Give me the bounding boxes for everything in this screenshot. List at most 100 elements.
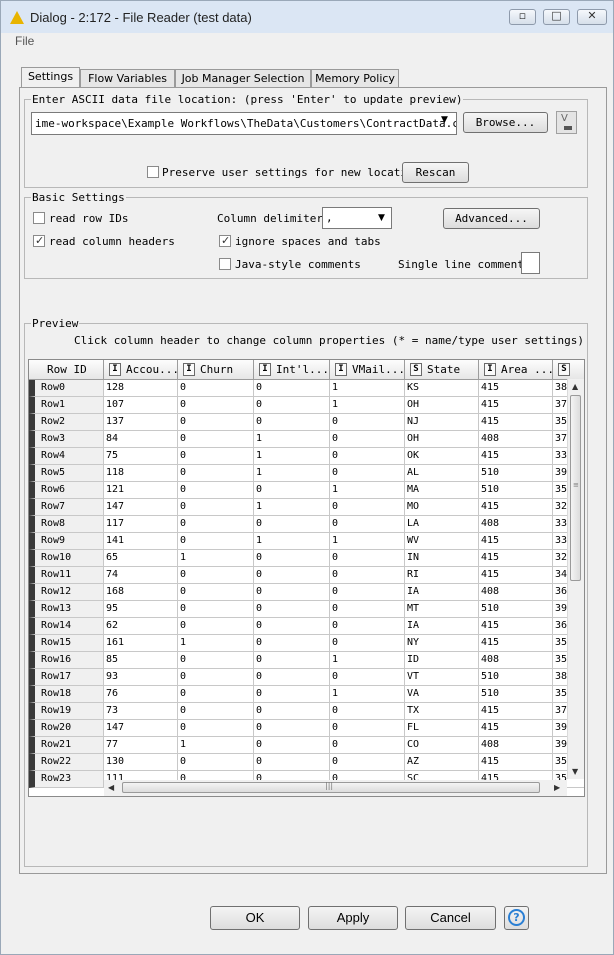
table-row[interactable]: Row8 117 0 0 0 LA 408 33 — [29, 516, 584, 533]
table-cell: 415 — [479, 618, 553, 635]
apply-button[interactable]: Apply — [308, 906, 398, 930]
flow-variable-button[interactable]: V — [556, 111, 577, 134]
table-row[interactable]: Row1 107 0 0 1 OH 415 37 — [29, 397, 584, 414]
preserve-settings-checkbox[interactable] — [147, 166, 159, 178]
scroll-right-icon[interactable]: ▶ — [554, 783, 560, 792]
column-header[interactable]: I Churn — [178, 360, 254, 380]
table-cell: IN — [405, 550, 479, 567]
horizontal-scrollbar[interactable]: ◀ ||| ▶ — [104, 780, 567, 796]
vertical-scroll-thumb[interactable]: ≡ — [570, 395, 581, 581]
table-cell: 0 — [178, 482, 254, 499]
column-header[interactable]: S — [553, 360, 584, 380]
table-cell: 0 — [330, 720, 405, 737]
table-cell: VA — [405, 686, 479, 703]
table-cell: 1 — [178, 737, 254, 754]
table-row[interactable]: Row18 76 0 0 1 VA 510 35 — [29, 686, 584, 703]
table-row[interactable]: Row12 168 0 0 0 IA 408 36 — [29, 584, 584, 601]
cancel-button[interactable]: Cancel — [405, 906, 496, 930]
table-cell: 1 — [254, 533, 330, 550]
horizontal-scroll-thumb[interactable]: ||| — [122, 781, 540, 793]
tab-memory-policy[interactable]: Memory Policy — [311, 69, 399, 87]
table-row[interactable]: Row21 77 1 0 0 CO 408 39 — [29, 737, 584, 754]
close-icon: ✕ — [587, 9, 597, 22]
table-row[interactable]: Row6 121 0 0 1 MA 510 35 — [29, 482, 584, 499]
table-cell: 0 — [178, 703, 254, 720]
column-header[interactable]: Row ID — [29, 360, 104, 380]
ignore-spaces-checkbox[interactable]: ✓ — [219, 234, 231, 247]
table-row[interactable]: Row13 95 0 0 0 MT 510 39 — [29, 601, 584, 618]
table-row[interactable]: Row11 74 0 0 0 RI 415 34 — [29, 567, 584, 584]
ok-button[interactable]: OK — [210, 906, 300, 930]
table-row[interactable]: Row0 128 0 0 1 KS 415 38 — [29, 380, 584, 397]
table-cell: 0 — [254, 754, 330, 771]
table-cell: 415 — [479, 754, 553, 771]
column-header[interactable]: I Area ... — [479, 360, 553, 380]
menu-bar: File — [1, 33, 613, 50]
table-cell: 0 — [330, 601, 405, 618]
table-cell: 0 — [178, 686, 254, 703]
table-cell: 0 — [330, 431, 405, 448]
file-path-combobox[interactable]: ime-workspace\Example Workflows\TheData\… — [31, 112, 457, 135]
table-cell: 0 — [178, 380, 254, 397]
tab-job-manager-selection[interactable]: Job Manager Selection — [175, 69, 311, 87]
row-id-cell: Row6 — [29, 482, 104, 499]
table-cell: OH — [405, 397, 479, 414]
flow-variable-icon: V — [561, 113, 568, 124]
table-row[interactable]: Row19 73 0 0 0 TX 415 37 — [29, 703, 584, 720]
table-cell: 62 — [104, 618, 178, 635]
column-header[interactable]: I Int'l... — [254, 360, 330, 380]
table-row[interactable]: Row14 62 0 0 0 IA 415 36 — [29, 618, 584, 635]
table-cell: 415 — [479, 380, 553, 397]
title-bar[interactable]: Dialog - 2:172 - File Reader (test data)… — [1, 1, 613, 33]
vertical-scrollbar[interactable]: ▲ ≡ ▼ — [567, 379, 584, 779]
table-cell: KS — [405, 380, 479, 397]
advanced-button[interactable]: Advanced... — [443, 208, 540, 229]
tab-settings[interactable]: Settings — [21, 67, 80, 88]
table-cell: 0 — [254, 397, 330, 414]
read-column-headers-checkbox[interactable]: ✓ — [33, 234, 45, 247]
table-cell: 0 — [178, 465, 254, 482]
single-line-comment-input[interactable] — [521, 252, 540, 274]
table-row[interactable]: Row7 147 0 1 0 MO 415 32 — [29, 499, 584, 516]
table-row[interactable]: Row22 130 0 0 0 AZ 415 35 — [29, 754, 584, 771]
table-row[interactable]: Row20 147 0 0 0 FL 415 39 — [29, 720, 584, 737]
minimize-button[interactable]: ▫ — [509, 9, 536, 25]
read-row-ids-checkbox[interactable] — [33, 212, 45, 224]
scroll-up-icon[interactable]: ▲ — [572, 382, 578, 391]
tab-flow-variables[interactable]: Flow Variables — [80, 69, 175, 87]
table-row[interactable]: Row15 161 1 0 0 NY 415 35 — [29, 635, 584, 652]
browse-button[interactable]: Browse... — [463, 112, 548, 133]
table-cell: 510 — [479, 669, 553, 686]
close-button[interactable]: ✕ — [577, 9, 607, 25]
table-cell: 0 — [178, 720, 254, 737]
column-header[interactable]: S State — [405, 360, 479, 380]
table-cell: 0 — [254, 720, 330, 737]
table-row[interactable]: Row3 84 0 1 0 OH 408 37 — [29, 431, 584, 448]
table-row[interactable]: Row9 141 0 1 1 WV 415 33 — [29, 533, 584, 550]
table-cell: 0 — [254, 669, 330, 686]
table-cell: 0 — [254, 601, 330, 618]
table-cell: 0 — [254, 414, 330, 431]
table-row[interactable]: Row2 137 0 0 0 NJ 415 35 — [29, 414, 584, 431]
table-row[interactable]: Row10 65 1 0 0 IN 415 32 — [29, 550, 584, 567]
column-header[interactable]: I Accou... — [104, 360, 178, 380]
table-cell: 0 — [254, 686, 330, 703]
window-title: Dialog - 2:172 - File Reader (test data) — [30, 10, 252, 25]
table-cell: 93 — [104, 669, 178, 686]
scroll-down-icon[interactable]: ▼ — [572, 767, 578, 776]
table-row[interactable]: Row17 93 0 0 0 VT 510 38 — [29, 669, 584, 686]
table-row[interactable]: Row4 75 0 1 0 OK 415 33 — [29, 448, 584, 465]
java-comments-checkbox[interactable] — [219, 258, 231, 270]
row-id-cell: Row16 — [29, 652, 104, 669]
table-cell: 0 — [178, 567, 254, 584]
table-cell: 65 — [104, 550, 178, 567]
help-button[interactable]: ? — [504, 906, 529, 930]
maximize-button[interactable]: □ — [543, 9, 570, 25]
column-header[interactable]: I VMail... — [330, 360, 405, 380]
table-row[interactable]: Row5 118 0 1 0 AL 510 39 — [29, 465, 584, 482]
scroll-left-icon[interactable]: ◀ — [108, 783, 114, 792]
table-row[interactable]: Row16 85 0 0 1 ID 408 35 — [29, 652, 584, 669]
rescan-button[interactable]: Rescan — [402, 162, 469, 183]
menu-file[interactable]: File — [15, 34, 34, 48]
table-cell: 0 — [254, 550, 330, 567]
